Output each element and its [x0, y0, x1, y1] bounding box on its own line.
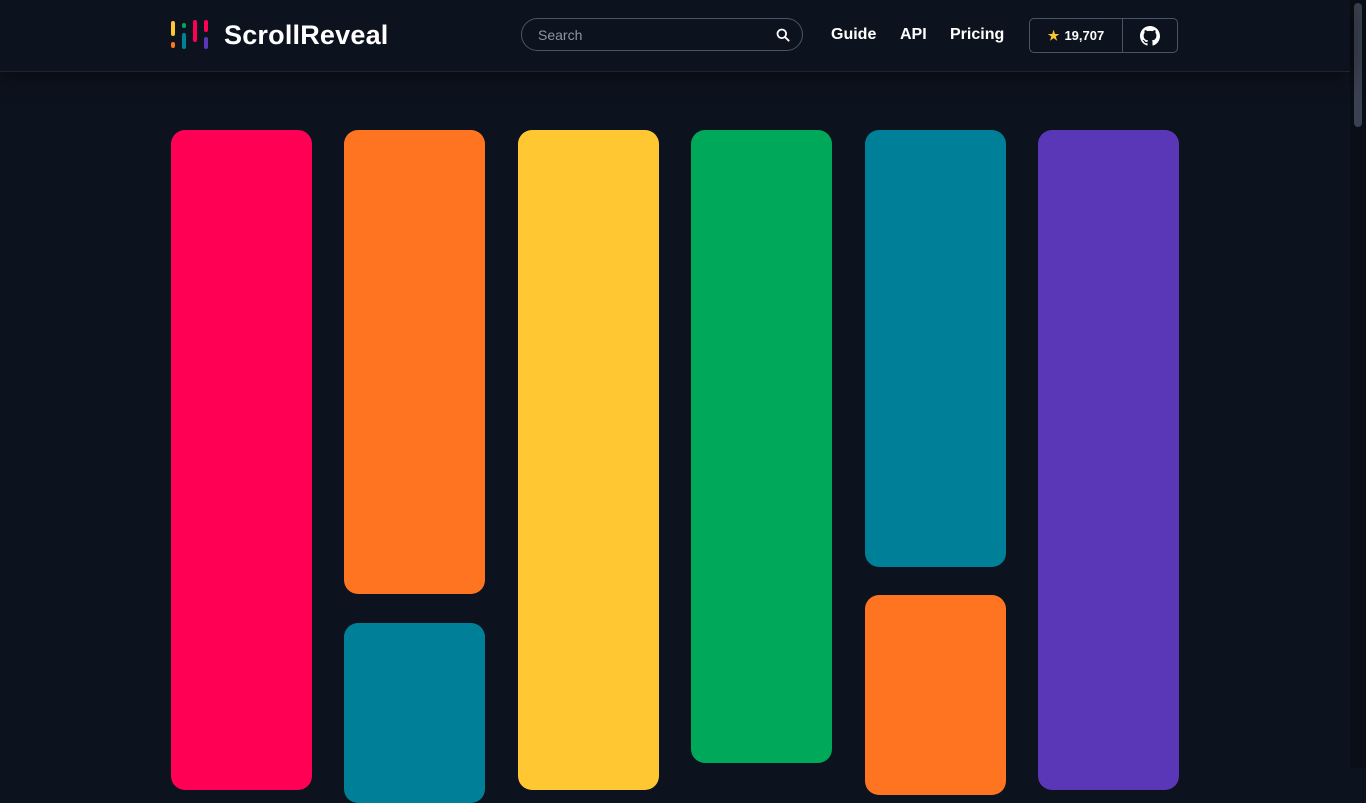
- star-icon: ★: [1047, 27, 1060, 43]
- reveal-block-orange: [865, 595, 1006, 795]
- logo-link[interactable]: ScrollReveal: [171, 20, 389, 50]
- reveal-block-green: [691, 130, 832, 763]
- reveal-block-purple: [1038, 130, 1179, 790]
- github-link[interactable]: [1123, 19, 1177, 52]
- reveal-block-pink: [171, 130, 312, 790]
- reveal-block-teal: [344, 623, 485, 803]
- search-input[interactable]: [538, 19, 768, 50]
- search-box: [521, 18, 803, 51]
- reveal-block-orange: [344, 130, 485, 594]
- top-navbar: ScrollReveal Guide API Pricing ★ 19,707: [0, 0, 1350, 72]
- page-scrollbar[interactable]: [1350, 0, 1366, 768]
- reveal-block-teal: [865, 130, 1006, 567]
- github-star-count: 19,707: [1064, 28, 1105, 43]
- logo-text: ScrollReveal: [224, 19, 389, 50]
- scrollreveal-logo-icon: [171, 20, 209, 50]
- github-button-group: ★ 19,707: [1029, 18, 1178, 53]
- github-icon: [1140, 25, 1160, 46]
- nav-link-pricing[interactable]: Pricing: [950, 25, 1004, 45]
- nav-link-api[interactable]: API: [900, 25, 927, 45]
- reveal-block-yellow: [518, 130, 659, 790]
- nav-link-guide[interactable]: Guide: [831, 25, 876, 45]
- github-stars-button[interactable]: ★ 19,707: [1030, 19, 1123, 52]
- search-icon[interactable]: [776, 28, 790, 42]
- scrollbar-thumb[interactable]: [1354, 3, 1362, 127]
